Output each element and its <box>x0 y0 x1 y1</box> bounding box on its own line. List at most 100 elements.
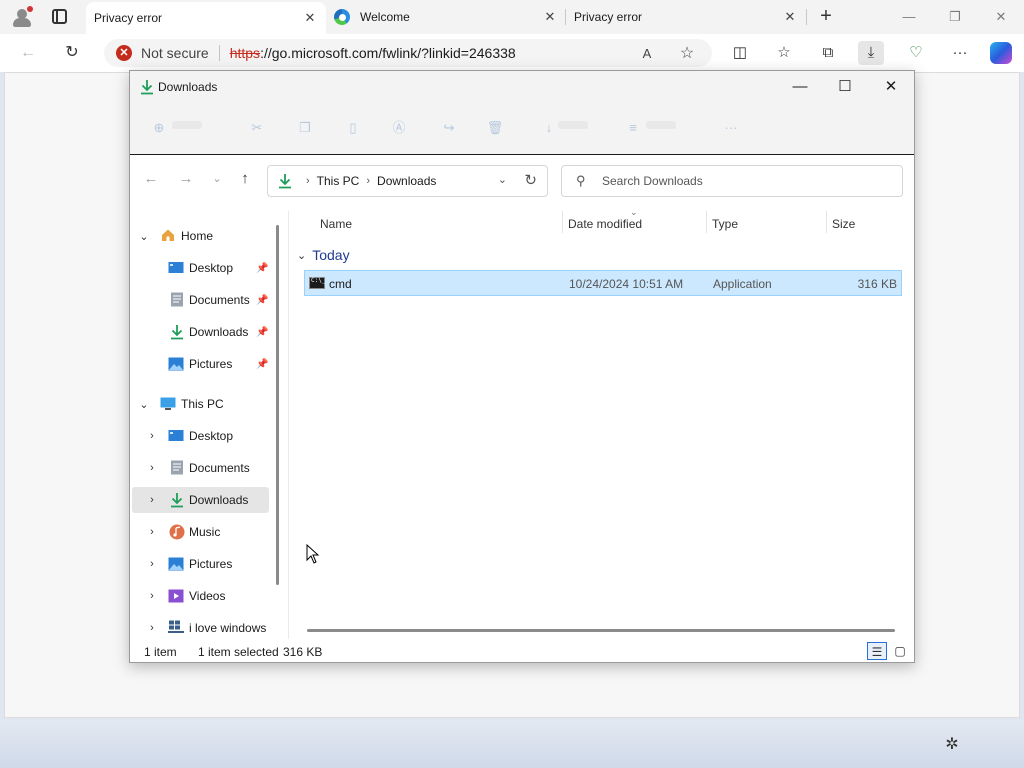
expand-chevron-icon[interactable]: › <box>146 558 158 570</box>
paste-icon: ▯ <box>349 120 357 135</box>
tab-privacy-error-1[interactable]: Privacy error ✕ <box>86 2 326 34</box>
column-divider[interactable] <box>706 211 707 233</box>
downloads-icon[interactable]: ⤓ <box>858 41 884 65</box>
explorer-title-bar[interactable]: Downloads — ☐ ✕ <box>130 71 914 103</box>
column-header-type[interactable]: Type <box>712 217 738 231</box>
browser-essentials-icon[interactable]: ♡ <box>903 41 929 65</box>
favorite-star-icon[interactable]: ☆ <box>678 45 696 63</box>
expand-chevron-icon[interactable]: › <box>146 526 158 538</box>
new-label-placeholder <box>172 121 202 129</box>
details-view-icon[interactable]: ☰ <box>867 642 887 660</box>
horizontal-scrollbar[interactable] <box>307 629 895 632</box>
sort-icon: ↓ <box>545 120 553 135</box>
refresh-icon[interactable]: ↻ <box>524 171 537 189</box>
browser-close-button[interactable]: ✕ <box>989 5 1013 29</box>
not-secure-icon: ✕ <box>116 45 132 61</box>
back-arrow-icon[interactable]: ← <box>141 169 161 189</box>
sidebar-item-label: Downloads <box>189 325 249 339</box>
tab-divider <box>806 9 807 25</box>
split-screen-icon[interactable]: ◫ <box>727 41 753 65</box>
sidebar-item-desktop-pinned[interactable]: Desktop 📌 <box>132 255 269 281</box>
explorer-maximize-button[interactable]: ☐ <box>831 75 859 99</box>
tab-close-icon[interactable]: ✕ <box>542 9 558 25</box>
expand-chevron-icon[interactable]: › <box>146 494 158 506</box>
downloads-icon <box>279 174 291 189</box>
tab-privacy-error-2[interactable]: Privacy error ✕ <box>566 0 806 34</box>
sidebar-item-desktop[interactable]: › Desktop <box>132 423 269 449</box>
sidebar-item-this-pc[interactable]: ⌄ This PC <box>132 391 269 417</box>
accessibility-icon[interactable]: ✲ <box>942 734 962 754</box>
browser-address-bar: ← ↻ ✕ Not secure https ://go.microsoft.c… <box>0 34 1024 72</box>
favorites-icon[interactable]: ☆ <box>771 41 797 65</box>
url-field[interactable]: ✕ Not secure https ://go.microsoft.com/f… <box>104 39 712 67</box>
sidebar-item-videos[interactable]: › Videos <box>132 583 269 609</box>
desktop-icon <box>168 261 184 275</box>
sidebar-item-label: Videos <box>189 589 226 603</box>
explorer-minimize-button[interactable]: — <box>786 75 814 99</box>
read-aloud-icon[interactable]: A <box>638 45 656 63</box>
tab-close-icon[interactable]: ✕ <box>302 10 318 26</box>
column-header-size[interactable]: Size <box>832 217 855 231</box>
file-row-cmd[interactable]: cmd 10/24/2024 10:51 AM Application 316 … <box>304 270 902 296</box>
videos-icon <box>168 589 184 603</box>
sidebar-item-pictures-pinned[interactable]: Pictures 📌 <box>132 351 269 377</box>
collapse-chevron-icon[interactable]: ⌄ <box>297 249 306 262</box>
column-divider[interactable] <box>562 211 563 233</box>
breadcrumb[interactable]: › This PC › Downloads ⌄ ↻ <box>267 165 548 197</box>
pin-icon: 📌 <box>256 326 269 338</box>
downloads-icon <box>141 80 153 95</box>
column-divider[interactable] <box>826 211 827 233</box>
sidebar-item-downloads[interactable]: › Downloads <box>132 487 269 513</box>
sidebar-item-downloads-pinned[interactable]: Downloads 📌 <box>132 319 269 345</box>
explorer-close-button[interactable]: ✕ <box>877 75 905 99</box>
expand-chevron-icon[interactable]: ⌄ <box>138 230 150 243</box>
address-dropdown-icon[interactable]: ⌄ <box>498 173 507 186</box>
back-arrow-icon[interactable]: ← <box>16 41 40 65</box>
sidebar-item-pictures[interactable]: › Pictures <box>132 551 269 577</box>
sidebar-item-label: Desktop <box>189 429 234 443</box>
column-header-name[interactable]: Name <box>320 217 352 231</box>
column-header-date-modified[interactable]: Date modified <box>568 217 642 231</box>
expand-chevron-icon[interactable]: › <box>146 462 158 474</box>
file-name: cmd <box>329 277 352 291</box>
tab-title: Welcome <box>360 10 410 24</box>
search-box[interactable]: ⚲ <box>561 165 903 197</box>
tab-close-icon[interactable]: ✕ <box>782 9 798 25</box>
group-header-today[interactable]: ⌄ Today <box>297 247 350 263</box>
recent-locations-chevron-icon[interactable]: ⌄ <box>207 169 227 189</box>
new-tab-button[interactable]: + <box>816 6 836 27</box>
expand-chevron-icon[interactable]: › <box>146 622 158 634</box>
collections-icon[interactable]: ⧉ <box>815 41 841 65</box>
refresh-icon[interactable]: ↻ <box>60 41 84 65</box>
status-selection-size: 316 KB <box>283 645 323 659</box>
profile-avatar-icon[interactable] <box>10 6 34 28</box>
settings-more-icon[interactable]: ··· <box>947 41 973 65</box>
sidebar-item-documents[interactable]: › Documents <box>132 455 269 481</box>
up-arrow-icon[interactable]: ↑ <box>235 169 255 189</box>
sidebar-scrollbar[interactable] <box>276 225 279 585</box>
tiles-view-icon[interactable]: ▢ <box>890 642 910 660</box>
sidebar-item-label: Pictures <box>189 357 233 371</box>
browser-restore-button[interactable]: ❐ <box>943 5 967 29</box>
forward-arrow-icon[interactable]: → <box>176 169 196 189</box>
tab-actions-icon[interactable] <box>52 9 67 24</box>
copilot-icon[interactable] <box>990 42 1012 64</box>
expand-chevron-icon[interactable]: ⌄ <box>138 398 150 411</box>
expand-chevron-icon[interactable]: › <box>146 430 158 442</box>
tab-welcome[interactable]: Welcome ✕ <box>326 0 566 34</box>
not-secure-label[interactable]: Not secure <box>141 45 209 61</box>
cut-icon: ✂ <box>251 120 263 135</box>
search-input[interactable] <box>602 172 892 190</box>
more-options-icon: ··· <box>724 120 738 135</box>
browser-minimize-button[interactable]: — <box>897 5 921 29</box>
status-item-count: 1 item <box>144 645 177 659</box>
sidebar-item-i-love-windows[interactable]: › i love windows <box>132 615 269 641</box>
expand-chevron-icon[interactable]: › <box>146 590 158 602</box>
view-icon: ≡ <box>629 120 637 135</box>
breadcrumb-downloads[interactable]: Downloads <box>377 174 436 188</box>
pictures-icon <box>168 357 184 371</box>
sidebar-item-home[interactable]: ⌄ Home <box>132 223 269 249</box>
sidebar-item-documents-pinned[interactable]: Documents 📌 <box>132 287 269 313</box>
breadcrumb-this-pc[interactable]: This PC <box>317 174 360 188</box>
sidebar-item-music[interactable]: › Music <box>132 519 269 545</box>
